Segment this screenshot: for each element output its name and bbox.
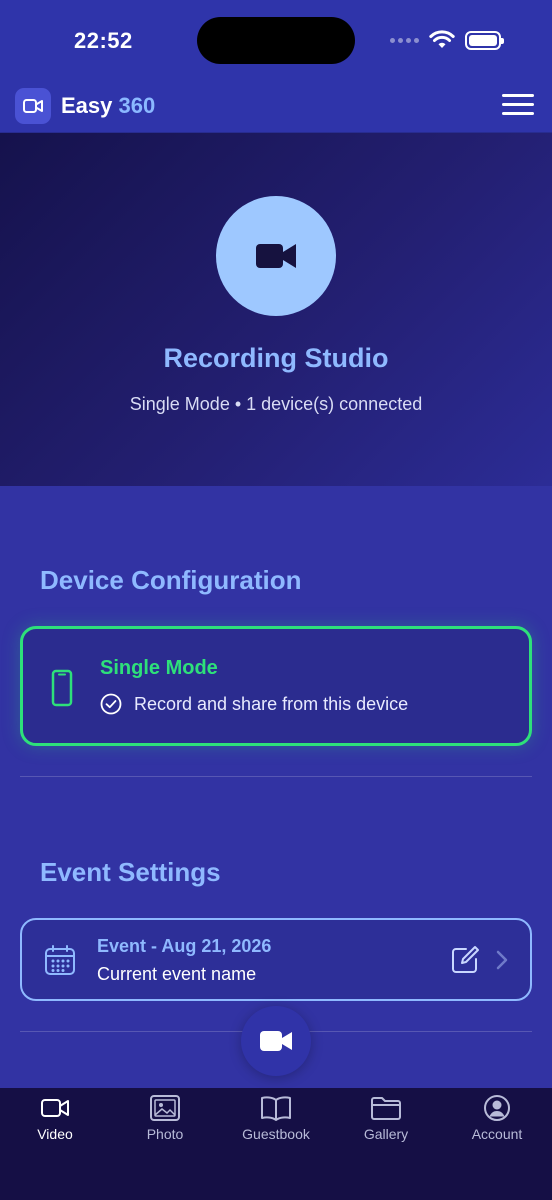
hero-icon-circle [216,196,336,316]
video-camera-icon [15,88,51,124]
folder-icon [331,1092,441,1124]
video-icon [0,1092,110,1124]
wifi-icon [429,30,455,48]
battery-icon [465,30,504,50]
mode-title: Single Mode [100,657,218,679]
app-title-main: Easy [61,93,113,118]
calendar-icon [45,945,75,975]
tab-label: Account [471,1126,523,1142]
photo-icon [110,1092,220,1124]
tab-account[interactable]: Account [442,1088,552,1168]
event-title: Event - Aug 21, 2026 [97,936,272,956]
event-subtitle: Current event name [97,964,257,984]
mode-description-text: Record and share from this device [134,693,409,714]
app-title-accent: 360 [118,93,156,118]
tab-label: Photo [146,1126,184,1142]
status-indicators [390,28,504,52]
video-camera-icon [260,1031,292,1051]
status-bar: 22:52 [0,0,552,80]
tab-bar: Video Photo Guestbook Gallery Account [0,1088,552,1200]
app-header: Easy 360 [0,80,552,133]
device-configuration-title: Device Configuration [40,565,302,595]
edit-icon[interactable] [450,945,480,975]
book-icon [221,1092,331,1124]
record-button[interactable] [241,1006,311,1076]
event-card[interactable]: Event - Aug 21, 2026 Current event name [20,918,532,1001]
tab-guestbook[interactable]: Guestbook [221,1088,331,1168]
account-icon [442,1092,552,1124]
dynamic-island [197,17,355,64]
chevron-right-icon [496,950,508,970]
video-camera-icon [256,244,296,268]
page-title: Recording Studio [163,343,389,373]
tab-label: Video [37,1126,73,1142]
hamburger-menu-icon[interactable] [502,94,536,118]
hero-subtitle: Single Mode • 1 device(s) connected [129,394,423,414]
tab-label: Guestbook [242,1126,310,1142]
single-mode-card[interactable]: Single Mode Record and share from this d… [20,626,532,746]
cellular-signal-icon [390,37,419,43]
tab-photo[interactable]: Photo [110,1088,220,1168]
mode-description: Record and share from this device [100,693,408,715]
tab-video[interactable]: Video [0,1088,110,1168]
status-time: 22:52 [74,28,133,53]
divider [20,776,532,777]
app-title: Easy 360 [61,93,155,119]
tab-gallery[interactable]: Gallery [331,1088,441,1168]
check-circle-icon [100,693,122,715]
event-settings-title: Event Settings [40,857,221,887]
phone-icon [51,669,73,707]
tab-label: Gallery [363,1126,409,1142]
recording-studio-hero: Recording Studio Single Mode • 1 device(… [0,133,552,486]
